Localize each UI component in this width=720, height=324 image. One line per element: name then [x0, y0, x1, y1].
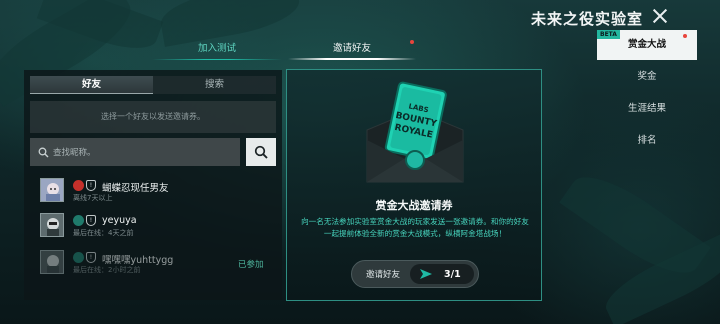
hint-text: 选择一个好友以发送邀请券。 [30, 101, 276, 133]
search-button[interactable] [246, 138, 276, 166]
rank-icon [73, 215, 84, 226]
friend-status: 最后在线：4天之前 [73, 229, 134, 237]
friends-subtabs: 好友 搜索 [30, 76, 276, 94]
friend-badges: ! [73, 180, 96, 191]
search-icon [254, 145, 268, 159]
close-icon[interactable] [650, 6, 670, 26]
friend-badges: ! [73, 252, 96, 263]
side-nav-item-career-results[interactable]: 生涯结果 [597, 94, 697, 124]
bounty-royale-ticket-image: LABS BOUNTY ROYALE [366, 81, 464, 183]
invite-count: 3/1 [444, 268, 461, 280]
side-nav-label: 赏金大战 [627, 39, 666, 50]
avatar [40, 213, 64, 237]
list-item[interactable]: ! yeyuya 最后在线：4天之前 [40, 213, 280, 241]
friend-status: 最后在线：2小时之前 [73, 266, 141, 274]
side-nav-item-rewards[interactable]: 奖金 [597, 62, 697, 92]
tab-underline [152, 59, 282, 60]
invite-friend-button[interactable]: 邀请好友 3/1 [351, 260, 479, 288]
invite-count-box: 3/1 [410, 264, 474, 284]
card-description: 向一名无法参加实验室赏金大战的玩家发送一张邀请券。和你的好友一起提前体验全新的赏… [301, 217, 529, 238]
avatar [40, 250, 64, 274]
page-title: 未来之役实验室 [531, 10, 644, 28]
friend-name: 嘿嘿嘿yuhttygg [102, 255, 174, 266]
tab-underline [288, 58, 416, 60]
search-placeholder: 查找昵称。 [53, 148, 96, 158]
side-nav-item-ranking[interactable]: 排名 [597, 126, 697, 156]
notification-dot [410, 40, 414, 44]
rank-icon [73, 180, 84, 191]
invite-button-label: 邀请好友 [366, 270, 401, 280]
tab-join-test-label: 加入测试 [197, 43, 236, 54]
tab-invite-friends-label: 邀请好友 [332, 43, 371, 54]
card-title: 赏金大战邀请券 [375, 199, 453, 212]
search-icon [38, 147, 49, 157]
friend-name: yeyuya [102, 215, 137, 226]
tab-invite-friends[interactable]: 邀请好友 [288, 40, 416, 62]
notification-dot [683, 34, 687, 38]
shield-icon: ! [86, 180, 96, 191]
invite-card: LABS BOUNTY ROYALE 赏金大战邀请券 向一名无法参加实验室赏金大… [286, 69, 542, 301]
list-item[interactable]: ! 蝴蝶忍现任男友 离线7天以上 [40, 178, 280, 206]
tab-join-test[interactable]: 加入测试 [152, 42, 282, 62]
beta-tag: BETA [597, 30, 620, 39]
avatar [40, 178, 64, 202]
rank-icon [73, 252, 84, 263]
joined-label: 已参加 [238, 260, 264, 270]
side-nav-item-bounty-royale[interactable]: BETA 赏金大战 [597, 30, 697, 60]
friend-badges: ! [73, 215, 96, 226]
send-icon [420, 269, 432, 279]
subtab-search[interactable]: 搜索 [153, 76, 276, 94]
shield-icon: ! [86, 215, 96, 226]
shield-icon: ! [86, 252, 96, 263]
friend-name: 蝴蝶忍现任男友 [102, 183, 169, 194]
subtab-friends[interactable]: 好友 [30, 76, 153, 94]
search-input[interactable]: 查找昵称。 [30, 138, 240, 166]
friend-status: 离线7天以上 [73, 194, 113, 202]
